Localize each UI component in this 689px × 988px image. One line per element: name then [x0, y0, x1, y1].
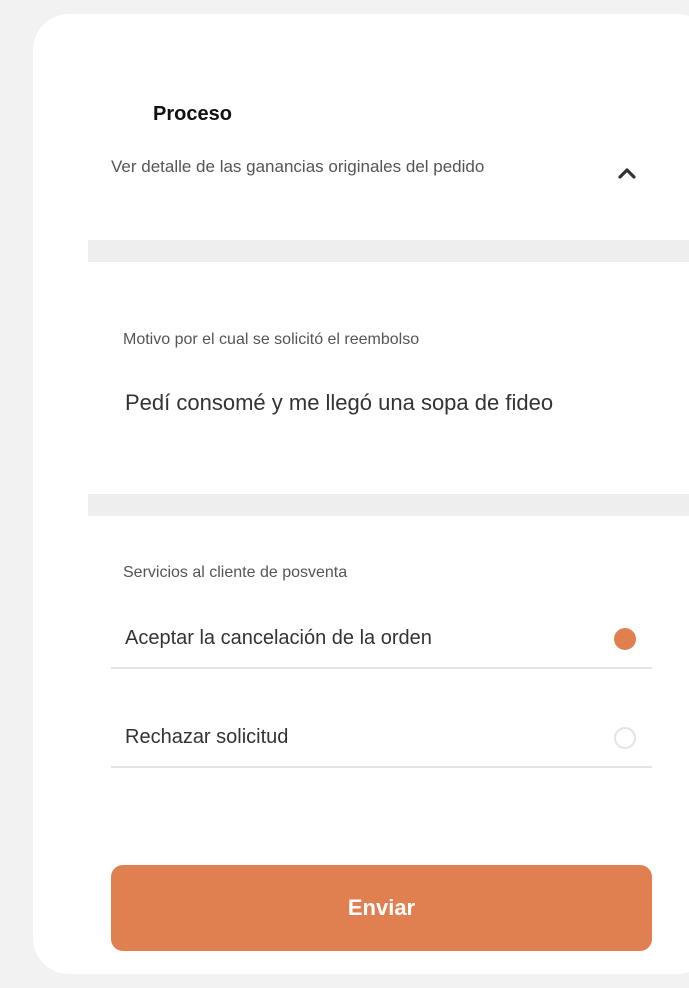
refund-reason-label: Motivo por el cual se solicitó el reembo… [123, 331, 420, 348]
option-reject-request[interactable]: Rechazar solicitud [111, 710, 652, 768]
option-accept-cancellation-label: Aceptar la cancelación de la orden [125, 627, 432, 649]
radio-unselected-icon[interactable] [614, 727, 636, 749]
order-earnings-detail-toggle[interactable]: Ver detalle de las ganancias originales … [111, 148, 651, 218]
option-reject-request-label: Rechazar solicitud [125, 726, 289, 748]
order-earnings-detail-label: Ver detalle de las ganancias originales … [111, 157, 485, 176]
section-divider [88, 494, 689, 516]
option-accept-cancellation[interactable]: Aceptar la cancelación de la orden [111, 611, 652, 669]
section-divider [88, 240, 689, 262]
refund-reason-value: Pedí consomé y me llegó una sopa de fide… [125, 390, 554, 415]
after-sales-services-label: Servicios al cliente de posventa [123, 564, 348, 581]
submit-button[interactable]: Enviar [111, 865, 652, 951]
chevron-up-icon [618, 168, 636, 179]
radio-selected-icon[interactable] [614, 628, 636, 650]
page-title: Proceso [153, 103, 232, 125]
